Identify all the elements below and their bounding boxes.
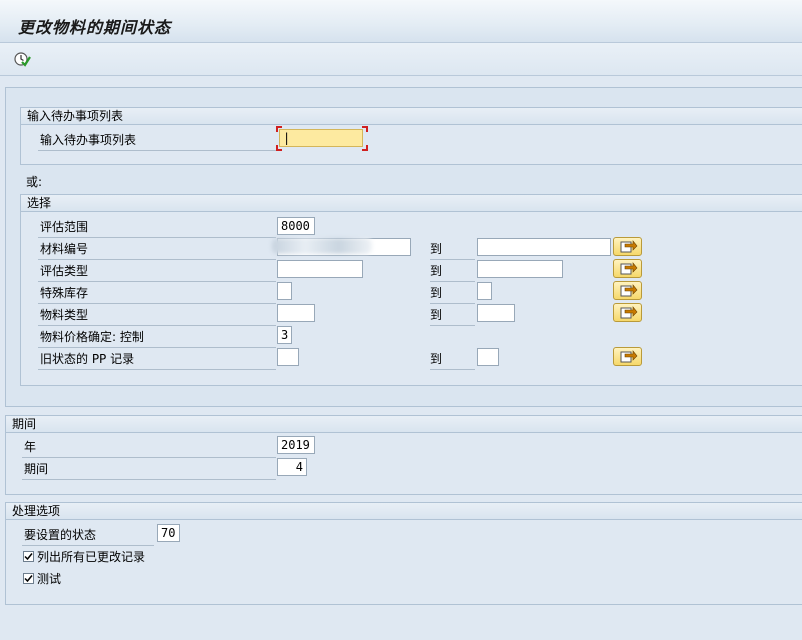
redacted-blur: [272, 238, 372, 254]
special-stock-label: 特殊库存: [38, 283, 276, 304]
material-number-label: 材料编号: [38, 239, 276, 260]
list-all-changed-checkbox[interactable]: [23, 551, 34, 562]
group-title: 处理选项: [6, 503, 802, 520]
price-determination-label: 物料价格确定: 控制: [38, 327, 276, 348]
multiple-selection-arrow-icon: [620, 306, 638, 319]
execute-button[interactable]: [13, 50, 31, 68]
year-label: 年: [22, 437, 276, 458]
price-determination-input[interactable]: 3: [277, 326, 292, 344]
valuation-type-label: 评估类型: [38, 261, 276, 282]
status-to-set-label: 要设置的状态: [22, 525, 154, 546]
group-title: 选择: [21, 195, 802, 212]
application-toolbar: [0, 43, 802, 76]
multiple-selection-arrow-icon: [620, 240, 638, 253]
to-label: 到: [430, 239, 475, 260]
valuation-area-input[interactable]: 8000: [277, 217, 315, 235]
multiple-selection-button[interactable]: [613, 237, 642, 256]
or-label: 或:: [26, 175, 43, 189]
multiple-selection-arrow-icon: [620, 284, 638, 297]
period-input[interactable]: 4: [277, 458, 307, 476]
to-label: 到: [430, 261, 475, 282]
valuation-type-to-input[interactable]: [477, 260, 563, 278]
material-type-label: 物料类型: [38, 305, 276, 326]
checkmark-icon: [24, 553, 33, 561]
test-run-checkbox[interactable]: [23, 573, 34, 584]
material-number-to-input[interactable]: [477, 238, 611, 256]
multiple-selection-button[interactable]: [613, 259, 642, 278]
focus-corner: [362, 145, 368, 151]
year-input[interactable]: 2019: [277, 436, 315, 454]
multiple-selection-arrow-icon: [620, 262, 638, 275]
old-status-pp-to-input[interactable]: [477, 348, 499, 366]
period-label: 期间: [22, 459, 276, 480]
multiple-selection-button[interactable]: [613, 303, 642, 322]
focus-corner: [276, 145, 282, 151]
checkmark-icon: [24, 575, 33, 583]
special-stock-from-input[interactable]: [277, 282, 292, 300]
multiple-selection-arrow-icon: [620, 350, 638, 363]
list-all-changed-label: 列出所有已更改记录: [37, 550, 146, 564]
special-stock-to-input[interactable]: [477, 282, 492, 300]
group-title: 输入待办事项列表: [21, 108, 802, 125]
valuation-type-from-input[interactable]: [277, 260, 363, 278]
test-run-label: 测试: [37, 572, 62, 586]
execute-check-clock-icon: [14, 52, 31, 67]
to-label: 到: [430, 283, 475, 304]
valuation-area-label: 评估范围: [38, 217, 276, 238]
multiple-selection-button[interactable]: [613, 347, 642, 366]
status-to-set-input[interactable]: 70: [157, 524, 180, 542]
old-status-pp-from-input[interactable]: [277, 348, 299, 366]
to-label: 到: [430, 305, 475, 326]
page-title: 更改物料的期间状态: [18, 18, 172, 37]
worklist-input[interactable]: |: [279, 129, 363, 147]
old-status-pp-label: 旧状态的 PP 记录: [38, 349, 276, 370]
focus-corner: [276, 126, 282, 132]
focus-corner: [362, 126, 368, 132]
material-type-to-input[interactable]: [477, 304, 515, 322]
worklist-label: 输入待办事项列表: [38, 130, 276, 151]
multiple-selection-button[interactable]: [613, 281, 642, 300]
group-title: 期间: [6, 416, 802, 433]
material-type-from-input[interactable]: [277, 304, 315, 322]
to-label: 到: [430, 349, 475, 370]
